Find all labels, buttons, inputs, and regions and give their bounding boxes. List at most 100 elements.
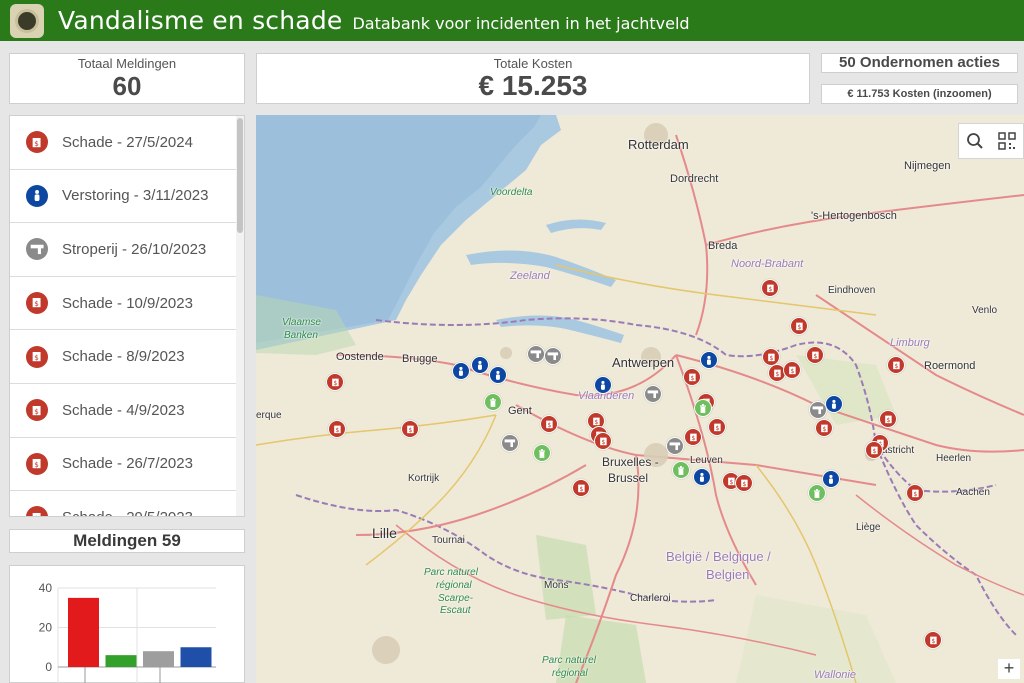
map-label-erque: erque xyxy=(256,410,282,421)
map-marker-verstoring-icon[interactable] xyxy=(489,366,507,384)
map-label-parc2a: Parc naturel xyxy=(542,655,596,666)
list-item[interactable]: $ Schade - 27/5/2024 xyxy=(10,116,244,170)
chart-bar[interactable] xyxy=(68,597,99,667)
list-item[interactable]: $ Schade - 10/9/2023 xyxy=(10,277,244,331)
map-label-aachen: Aachen xyxy=(956,487,990,498)
map-marker-verstoring-icon[interactable] xyxy=(693,468,711,486)
map-label-parc1c: Scarpe- xyxy=(438,593,474,604)
svg-text:$: $ xyxy=(333,380,337,387)
svg-text:$: $ xyxy=(408,427,412,434)
map-view[interactable]: Rotterdam Dordrecht Nijmegen 's-Hertogenbos… xyxy=(256,115,1024,683)
map-marker-stroperij-icon[interactable] xyxy=(544,347,562,365)
map-marker-verstoring-icon[interactable] xyxy=(594,376,612,394)
svg-text:$: $ xyxy=(931,638,935,645)
list-item[interactable]: Verstoring - 3/11/2023 xyxy=(10,170,244,224)
schade-icon: $ xyxy=(26,292,48,315)
svg-text:$: $ xyxy=(813,353,817,360)
list-item-label: Schade - 27/5/2024 xyxy=(62,133,193,151)
chart-bar[interactable] xyxy=(105,655,137,667)
map-label-parc1d: Escaut xyxy=(440,605,471,616)
map-marker-schade-icon[interactable]: $ xyxy=(683,368,701,386)
schade-icon: $ xyxy=(26,345,48,368)
chart-bar[interactable] xyxy=(143,651,174,667)
list-item[interactable]: $ Schade - 4/9/2023 xyxy=(10,384,244,438)
stroperij-icon xyxy=(26,238,48,261)
map-label-shertogenbosch: 's-Hertogenbosch xyxy=(811,210,897,222)
list-item[interactable]: $ Schade - 29/5/2023 xyxy=(10,491,244,516)
map-marker-verstoring-icon[interactable] xyxy=(825,395,843,413)
map-marker-schade-icon[interactable]: $ xyxy=(887,356,905,374)
svg-text:$: $ xyxy=(913,491,917,498)
list-scrollbar[interactable] xyxy=(236,116,244,516)
svg-text:$: $ xyxy=(579,486,583,493)
map-marker-schade-icon[interactable]: $ xyxy=(540,415,558,433)
map-marker-verstoring-icon[interactable] xyxy=(452,362,470,380)
map-label-roermond: Roermond xyxy=(924,360,976,372)
map-marker-actie-icon[interactable] xyxy=(533,444,551,462)
map-marker-schade-icon[interactable]: $ xyxy=(684,428,702,446)
map-marker-schade-icon[interactable]: $ xyxy=(572,479,590,497)
map-marker-schade-icon[interactable]: $ xyxy=(708,418,726,436)
map-marker-schade-icon[interactable]: $ xyxy=(790,317,808,335)
map-marker-verstoring-icon[interactable] xyxy=(471,356,489,374)
chart-bar[interactable] xyxy=(180,647,212,667)
chart-y-tick-label: 0 xyxy=(45,660,52,674)
svg-text:$: $ xyxy=(335,427,339,434)
svg-text:$: $ xyxy=(35,460,40,469)
svg-text:$: $ xyxy=(769,355,773,362)
map-label-parc2b: régional xyxy=(552,668,588,679)
map-marker-schade-icon[interactable]: $ xyxy=(815,419,833,437)
map-marker-verstoring-icon[interactable] xyxy=(700,351,718,369)
map-marker-schade-icon[interactable]: $ xyxy=(783,361,801,379)
list-item[interactable]: $ Schade - 8/9/2023 xyxy=(10,330,244,384)
map-label-lille: Lille xyxy=(372,525,397,541)
map-marker-schade-icon[interactable]: $ xyxy=(906,484,924,502)
app-header: Vandalisme en schade Databank voor incid… xyxy=(0,0,1024,41)
total-cost-card: Totale Kosten € 15.253 xyxy=(256,53,810,104)
map-marker-schade-icon[interactable]: $ xyxy=(401,420,419,438)
map-marker-stroperij-icon[interactable] xyxy=(644,385,662,403)
map-marker-stroperij-icon[interactable] xyxy=(666,437,684,455)
meldingen-label: Meldingen 59 xyxy=(9,529,245,553)
map-label-tournai: Tournai xyxy=(432,535,465,546)
zoom-in-button[interactable]: + xyxy=(998,659,1020,679)
map-marker-stroperij-icon[interactable] xyxy=(527,345,545,363)
map-marker-stroperij-icon[interactable] xyxy=(501,434,519,452)
map-marker-schade-icon[interactable]: $ xyxy=(865,441,883,459)
map-marker-verstoring-icon[interactable] xyxy=(822,470,840,488)
map-marker-actie-icon[interactable] xyxy=(672,461,690,479)
map-label-antwerpen: Antwerpen xyxy=(612,355,675,370)
map-label-liege: Liège xyxy=(856,522,881,533)
map-label-gent: Gent xyxy=(508,405,532,417)
map-marker-actie-icon[interactable] xyxy=(808,484,826,502)
svg-text:$: $ xyxy=(790,368,794,375)
list-item[interactable]: Stroperij - 26/10/2023 xyxy=(10,223,244,277)
map-label-vlaamse: Vlaamse xyxy=(282,317,321,328)
map-marker-schade-icon[interactable]: $ xyxy=(328,420,346,438)
map-marker-schade-icon[interactable]: $ xyxy=(594,432,612,450)
total-cost-value: € 15.253 xyxy=(478,70,588,101)
map-label-oostende: Oostende xyxy=(336,351,384,363)
incident-list[interactable]: $ Schade - 27/5/2024 Verstoring - 3/11/202… xyxy=(9,115,245,517)
svg-text:$: $ xyxy=(872,448,876,455)
map-marker-schade-icon[interactable]: $ xyxy=(326,373,344,391)
map-marker-schade-icon[interactable]: $ xyxy=(735,474,753,492)
total-reports-label: Totaal Meldingen xyxy=(77,56,177,71)
map-marker-schade-icon[interactable]: $ xyxy=(879,410,897,428)
map-label-voordelta: Voordelta xyxy=(490,187,533,198)
map-label-bruxelles: Bruxelles - xyxy=(602,455,659,469)
search-button[interactable] xyxy=(959,124,991,158)
map-marker-schade-icon[interactable]: $ xyxy=(924,631,942,649)
map-marker-actie-icon[interactable] xyxy=(694,399,712,417)
map-label-wallonie: Wallonie xyxy=(814,669,856,681)
map-label-heerlen: Heerlen xyxy=(936,453,972,464)
list-item[interactable]: $ Schade - 26/7/2023 xyxy=(10,438,244,492)
qr-code-button[interactable] xyxy=(991,124,1023,158)
map-marker-schade-icon[interactable]: $ xyxy=(761,279,779,297)
search-icon xyxy=(967,133,983,149)
map-marker-actie-icon[interactable] xyxy=(484,393,502,411)
map-label-parc1b: régional xyxy=(436,580,472,591)
map-marker-schade-icon[interactable]: $ xyxy=(806,346,824,364)
map-label-zeeland: Zeeland xyxy=(510,270,550,282)
app-subtitle: Databank voor incidenten in het jachtvel… xyxy=(352,13,690,33)
